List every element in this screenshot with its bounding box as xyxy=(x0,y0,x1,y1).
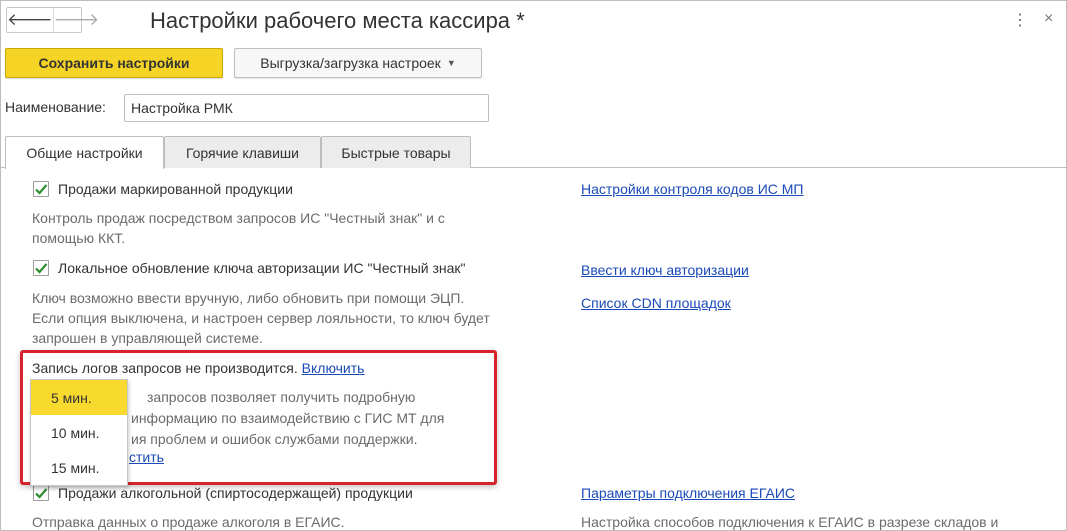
popup-item-5-min[interactable]: 5 мин. xyxy=(31,380,127,415)
marked-products-checkbox[interactable] xyxy=(33,181,49,197)
checkmark-icon xyxy=(35,263,48,274)
tab-general-settings[interactable]: Общие настройки xyxy=(5,136,164,169)
forward-button[interactable]: 🡒 xyxy=(52,8,100,32)
marked-codes-control-link[interactable]: Настройки контроля кодов ИС МП xyxy=(581,181,803,197)
arrow-right-icon: 🡒 xyxy=(53,10,100,29)
marked-products-description: Контроль продаж посредством запросов ИС … xyxy=(32,208,445,248)
popup-item-10-min[interactable]: 10 мин. xyxy=(31,415,127,450)
description-line: запрошен в управляющей системе. xyxy=(32,330,263,346)
description-line: Ключ возможно ввести вручную, либо обнов… xyxy=(32,290,465,306)
name-input[interactable] xyxy=(124,94,489,122)
alcohol-checkbox[interactable] xyxy=(33,485,49,501)
enter-auth-key-link[interactable]: Ввести ключ авторизации xyxy=(581,262,749,278)
navigation-buttons: 🡐 🡒 xyxy=(6,7,99,33)
description-line: помощью ККТ. xyxy=(32,230,126,246)
more-menu-icon[interactable]: ⋮ xyxy=(1012,10,1028,30)
alcohol-description: Отправка данных о продаже алкоголя в ЕГА… xyxy=(32,514,345,530)
tab-quick-products[interactable]: Быстрые товары xyxy=(321,136,471,168)
name-label: Наименование: xyxy=(5,99,106,115)
back-button[interactable]: 🡐 xyxy=(7,8,53,32)
chevron-down-icon: ▼ xyxy=(446,58,456,68)
alcohol-label: Продажи алкогольной (спиртосодержащей) п… xyxy=(58,485,413,501)
egais-connection-link[interactable]: Параметры подключения ЕГАИС xyxy=(581,485,795,501)
log-duration-popup: 5 мин. 10 мин. 15 мин. xyxy=(30,379,128,486)
arrow-left-icon: 🡐 xyxy=(7,10,53,29)
page-title: Настройки рабочего места кассира * xyxy=(150,8,525,33)
checkmark-icon xyxy=(35,488,48,499)
local-key-update-label: Локальное обновление ключа авторизации И… xyxy=(58,260,466,276)
marked-products-label: Продажи маркированной продукции xyxy=(58,181,293,197)
checkmark-icon xyxy=(35,184,48,195)
import-export-settings-button[interactable]: Выгрузка/загрузка настроек ▼ xyxy=(234,48,482,78)
popup-item-15-min[interactable]: 15 мин. xyxy=(31,450,127,485)
description-line: Если опция выключена, и настроен сервер … xyxy=(32,310,490,326)
tab-hotkeys[interactable]: Горячие клавиши xyxy=(164,136,321,168)
close-icon[interactable]: × xyxy=(1044,10,1053,28)
cdn-list-link[interactable]: Список CDN площадок xyxy=(581,295,731,311)
local-key-update-description: Ключ возможно ввести вручную, либо обнов… xyxy=(32,288,490,348)
local-key-update-checkbox[interactable] xyxy=(33,260,49,276)
save-settings-button[interactable]: Сохранить настройки xyxy=(5,48,223,78)
window: 🡐 🡒 Настройки рабочего места кассира * ⋮… xyxy=(0,0,1067,531)
egais-description: Настройка способов подключения к ЕГАИС в… xyxy=(581,514,999,530)
import-export-label: Выгрузка/загрузка настроек xyxy=(260,55,441,71)
description-line: Контроль продаж посредством запросов ИС … xyxy=(32,210,445,226)
